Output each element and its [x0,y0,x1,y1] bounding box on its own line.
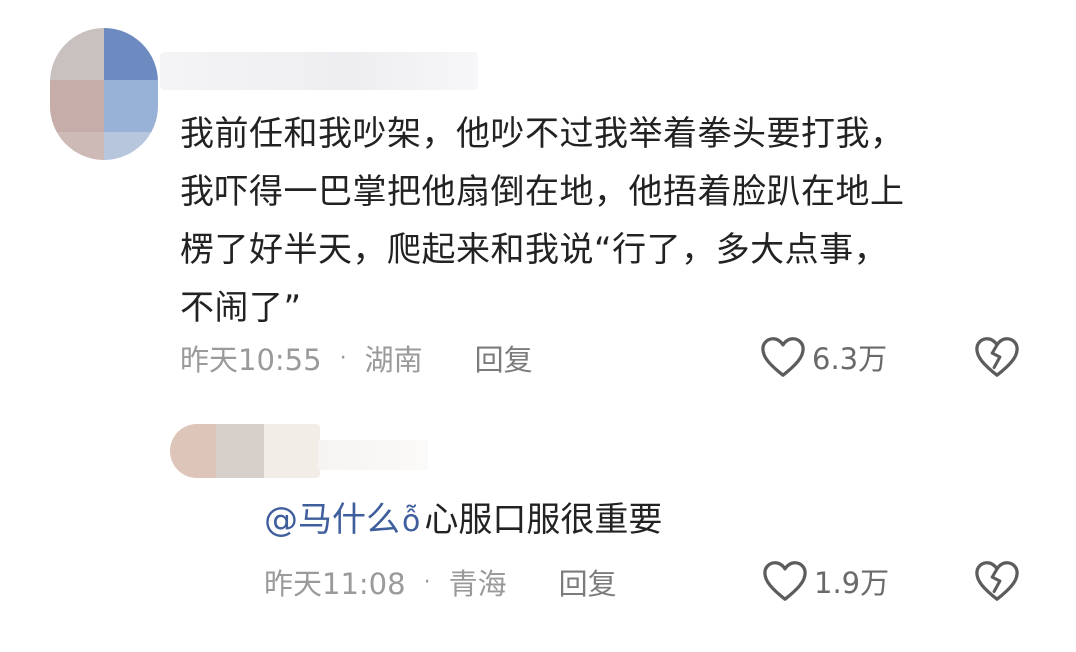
avatar-tile [50,28,104,80]
reply-time: 昨天11:08 [264,567,406,601]
reply-button[interactable]: 回复 [475,337,533,379]
avatar-tile [264,424,320,478]
comment-line: 我前任和我吵架，他吵不过我举着拳头要打我， [180,114,905,154]
heart-outline-icon [763,561,807,601]
like-count: 1.9万 [814,566,890,600]
reply-meta: 昨天11:08 · 青海 回复 [264,562,617,602]
replier-name-redacted[interactable] [318,440,428,470]
reply-location: 青海 [448,567,507,601]
comment-line: 不闹了” [180,288,302,328]
comment-time: 昨天10:55 [180,343,322,377]
avatar-tile [50,80,104,132]
avatar-tile [216,424,264,478]
commenter-avatar[interactable] [50,28,158,160]
avatar-tile [104,28,158,80]
avatar-tile [50,132,104,160]
reply-button[interactable]: 回复 [559,561,617,603]
comment-body: 我前任和我吵架，他吵不过我举着拳头要打我， 我吓得一巴掌把他扇倒在地，他捂着脸趴… [180,105,1040,337]
dislike-button[interactable] [974,335,1020,379]
avatar-tile [104,132,158,160]
comment-meta: 昨天10:55 · 湖南 回复 [180,338,533,378]
heart-outline-icon [761,337,805,377]
broken-heart-icon [975,337,1019,377]
reply-content: 心服口服很重要 [424,500,663,540]
meta-separator: · [423,569,431,595]
meta-separator: · [339,345,347,371]
commenter-name-redacted[interactable] [160,52,478,90]
broken-heart-icon [975,561,1019,601]
avatar-tile [170,424,216,478]
avatar-tile [104,80,158,132]
mention-link[interactable]: @马什么 [264,500,400,540]
comment-line: 楞了好半天，爬起来和我说“行了，多大点事， [180,230,889,270]
comment-location: 湖南 [364,343,423,377]
like-count: 6.3万 [812,342,888,376]
comment-line: 我吓得一巴掌把他扇倒在地，他捂着脸趴在地上 [180,172,905,212]
like-button[interactable]: 1.9万 [762,558,889,604]
mention-emoji: ỗ [402,504,421,539]
dislike-button[interactable] [974,559,1020,603]
like-button[interactable]: 6.3万 [760,334,887,380]
replier-avatar[interactable] [170,424,320,478]
reply-body: @马什么ỗ 心服口服很重要 [264,493,662,549]
